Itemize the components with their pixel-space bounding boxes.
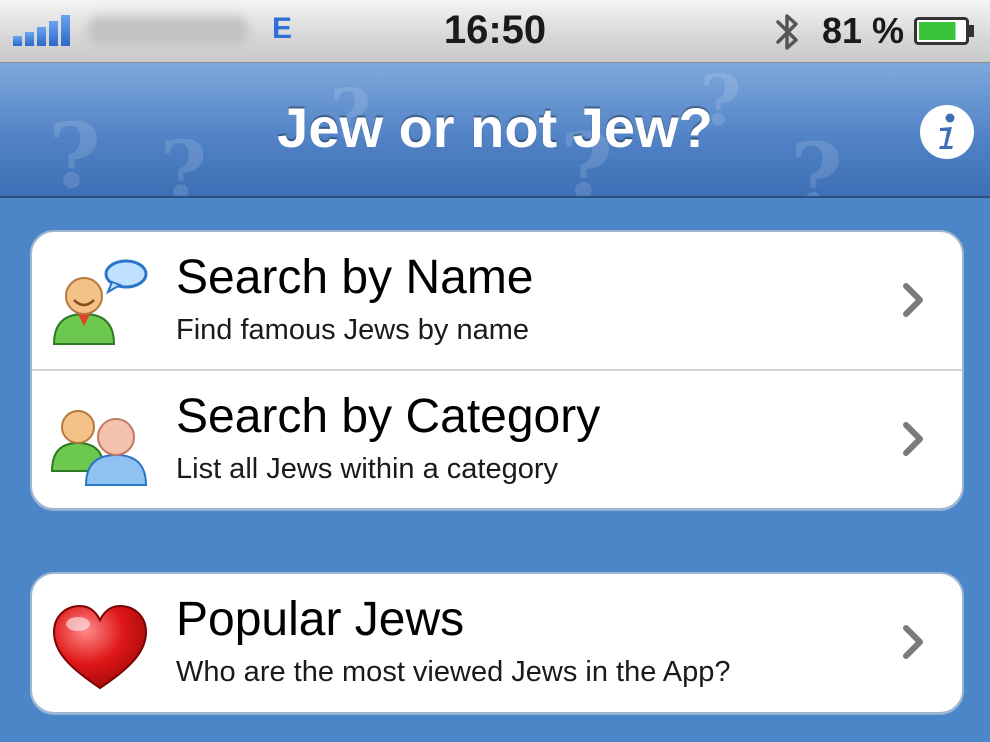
battery-percentage: 81 % [822,10,905,51]
chevron-right-icon [903,422,923,456]
row-title: Popular Jews [176,593,465,646]
popular-jews-row[interactable]: Popular Jews Who are the most viewed Jew… [32,574,962,711]
search-options-group: Search by Name Find famous Jews by name … [30,230,964,510]
status-bar: E 16:50 81 % [0,0,990,63]
heart-icon [52,604,148,690]
group-people-icon [50,410,148,486]
search-by-category-row[interactable]: Search by Category List all Jews within … [32,369,962,508]
page-title: Jew or not Jew? [277,96,713,159]
chevron-right-icon [903,625,923,659]
row-subtitle: List all Jews within a category [176,453,558,485]
row-title: Search by Name [176,251,534,304]
row-subtitle: Find famous Jews by name [176,314,529,346]
battery-icon [914,17,974,45]
info-icon[interactable] [918,103,976,161]
popular-group: Popular Jews Who are the most viewed Jew… [30,572,964,714]
chevron-right-icon [903,283,923,317]
row-title: Search by Category [176,390,601,443]
person-speech-bubble-icon [52,259,148,345]
search-by-name-row[interactable]: Search by Name Find famous Jews by name [32,232,962,369]
navigation-bar: ? ? ? ? ? ? Jew or not Jew? [0,63,990,198]
bluetooth-icon [776,14,798,50]
row-subtitle: Who are the most viewed Jews in the App? [176,656,731,688]
